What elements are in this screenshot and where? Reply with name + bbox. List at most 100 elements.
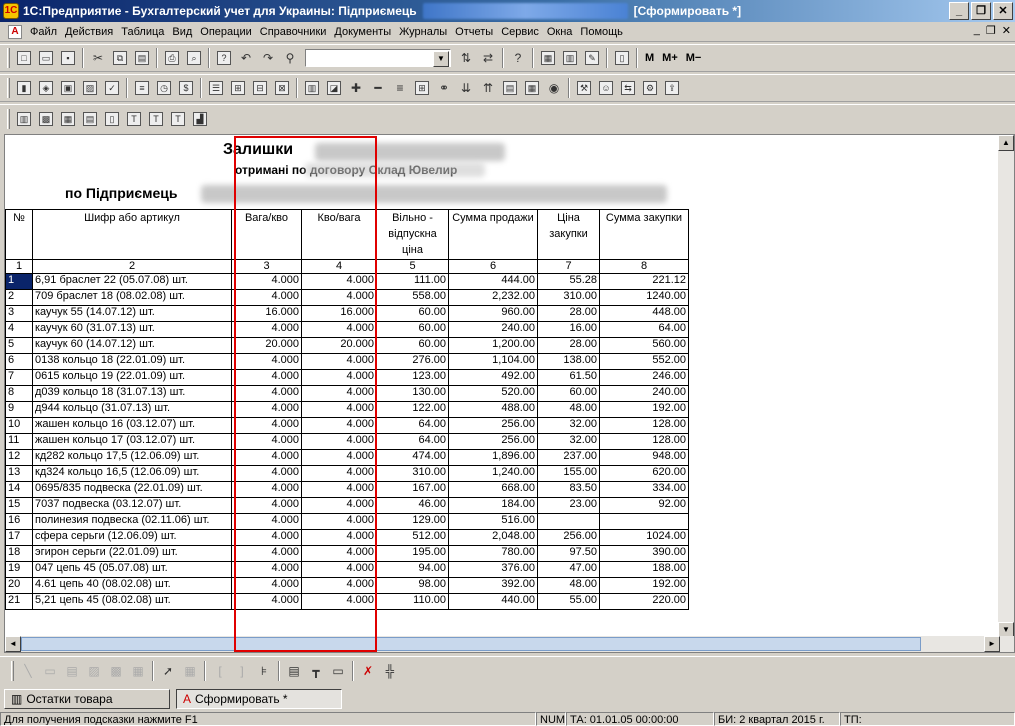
cell-item-code[interactable]: 047 цепь 45 (05.07.08) шт. [32,561,232,578]
cell-retail-price[interactable]: 110.00 [376,593,449,610]
cell-retail-price[interactable]: 129.00 [376,513,449,530]
table-grid-icon[interactable]: ▥ [13,108,35,130]
cell-purchase-price[interactable]: 32.00 [537,417,600,434]
cell-sales-sum[interactable]: 1,896.00 [448,449,538,466]
cell-purchase-sum[interactable]: 1024.00 [599,529,689,546]
app-icon[interactable]: 1C [3,3,19,19]
menu-table[interactable]: Таблица [117,26,168,38]
cell-purchase-price[interactable]: 48.00 [537,577,600,594]
calendar-icon[interactable]: ▥ [559,47,581,69]
menu-actions[interactable]: Действия [61,26,117,38]
text-icon[interactable]: T [123,108,145,130]
replace-icon[interactable]: ⇄ [477,47,499,69]
cell-item-code[interactable]: 5,21 цепь 45 (08.02.08) шт. [32,593,232,610]
cell-purchase-sum[interactable]: 221.12 [599,273,689,290]
cell-purchase-price[interactable]: 256.00 [537,529,600,546]
book-icon[interactable]: ▯ [611,47,633,69]
preview-icon[interactable]: ⌕ [183,47,205,69]
restore-button[interactable]: ❐ [971,2,991,20]
cell-sales-sum[interactable]: 256.00 [448,433,538,450]
assistant-icon[interactable]: ✓ [101,77,123,99]
cell-sales-sum[interactable]: 488.00 [448,401,538,418]
cell-row-number[interactable]: 1 [5,273,33,290]
mdi-close-button[interactable]: ✕ [1002,24,1011,37]
memory-button[interactable]: M [641,52,658,64]
cell-purchase-price[interactable]: 47.00 [537,561,600,578]
cell-row-number[interactable]: 3 [5,305,33,322]
link-icon[interactable]: ⚭ [433,77,455,99]
ledger-icon[interactable]: ≡ [131,77,153,99]
cell-retail-price[interactable]: 60.00 [376,321,449,338]
cell-purchase-price[interactable]: 55.28 [537,273,600,290]
chart-icon[interactable]: ▟ [189,108,211,130]
cell-purchase-price[interactable]: 48.00 [537,401,600,418]
menu-reports[interactable]: Отчеты [451,26,497,38]
calculator-icon[interactable]: ▦ [537,47,559,69]
operations-icon[interactable]: ◈ [35,77,57,99]
picture-icon[interactable]: T [167,108,189,130]
merge-icon[interactable]: ▤ [283,660,305,682]
cell-sales-sum[interactable]: 376.00 [448,561,538,578]
open-icon[interactable]: ▭ [35,47,57,69]
cell-item-code[interactable]: каучук 60 (31.07.13) шт. [32,321,232,338]
tab-stock-report[interactable]: ▥ Остатки товара [4,689,170,709]
cell-purchase-sum[interactable]: 192.00 [599,401,689,418]
help-icon[interactable]: ? [507,47,529,69]
paste-icon[interactable]: ▤ [131,47,153,69]
cell-item-code[interactable]: 0695/835 подвеска (22.01.09) шт. [32,481,232,498]
cell-retail-price[interactable]: 111.00 [376,273,449,290]
text-frame-icon[interactable]: T [145,108,167,130]
scroll-up-arrow-icon[interactable]: ▲ [998,135,1014,151]
cell-purchase-sum[interactable]: 1240.00 [599,289,689,306]
cell-purchase-price[interactable]: 55.00 [537,593,600,610]
report-document[interactable]: Залишки отримані по договору Склад Ювели… [4,134,1015,653]
exchange-icon[interactable]: ⇆ [617,77,639,99]
cell-purchase-sum[interactable]: 560.00 [599,337,689,354]
cell-purchase-price[interactable]: 138.00 [537,353,600,370]
cell-item-code[interactable]: каучук 60 (14.07.12) шт. [32,337,232,354]
users-icon[interactable]: ☺ [595,77,617,99]
menu-documents[interactable]: Документы [330,26,395,38]
cell-item-code[interactable]: 6,91 браслет 22 (05.07.08) шт. [32,273,232,290]
cell-item-code[interactable]: д944 кольцо (31.07.13) шт. [32,401,232,418]
cell-purchase-sum[interactable]: 128.00 [599,433,689,450]
doc-icon[interactable]: A [8,24,22,39]
invoice-icon[interactable]: ⊞ [227,77,249,99]
plus-icon[interactable]: ✚ [345,77,367,99]
history-icon[interactable]: ◷ [153,77,175,99]
document-icon[interactable]: ◪ [323,77,345,99]
new-icon[interactable]: □ [13,47,35,69]
cell-retail-price[interactable]: 94.00 [376,561,449,578]
cell-retail-price[interactable]: 130.00 [376,385,449,402]
properties-icon[interactable]: ? [213,47,235,69]
menu-journals[interactable]: Журналы [395,26,451,38]
cell-retail-price[interactable]: 60.00 [376,305,449,322]
cell-retail-price[interactable]: 167.00 [376,481,449,498]
cell-purchase-price[interactable]: 83.50 [537,481,600,498]
pointer-icon[interactable]: ➚ [157,660,179,682]
cell-purchase-price[interactable]: 32.00 [537,433,600,450]
cell-purchase-sum[interactable]: 240.00 [599,385,689,402]
export-icon[interactable]: ⇪ [661,77,683,99]
cell-retail-price[interactable]: 474.00 [376,449,449,466]
tab-generate-report[interactable]: A Сформировать * [176,689,342,709]
chart-of-accounts-icon[interactable]: ▮ [13,77,35,99]
cell-sales-sum[interactable]: 2,048.00 [448,529,538,546]
cell-retail-price[interactable]: 310.00 [376,465,449,482]
menu-operations[interactable]: Операции [196,26,255,38]
equal-icon[interactable]: ≡ [389,77,411,99]
cell-row-number[interactable]: 9 [5,401,33,418]
menu-view[interactable]: Вид [168,26,196,38]
memory-minus-button[interactable]: M− [682,52,706,64]
cell-purchase-sum[interactable]: 334.00 [599,481,689,498]
cash-icon[interactable]: ⊟ [249,77,271,99]
journal-icon[interactable]: ▨ [79,77,101,99]
minimize-button[interactable]: _ [949,2,969,20]
cell-row-number[interactable]: 17 [5,529,33,546]
cell-purchase-price[interactable] [537,513,600,530]
save-icon[interactable]: ▪ [57,47,79,69]
cell-item-code[interactable]: жашен кольцо 17 (03.12.07) шт. [32,433,232,450]
report-list-icon[interactable]: ☰ [205,77,227,99]
cell-sales-sum[interactable]: 240.00 [448,321,538,338]
rows-icon[interactable]: ▤ [79,108,101,130]
